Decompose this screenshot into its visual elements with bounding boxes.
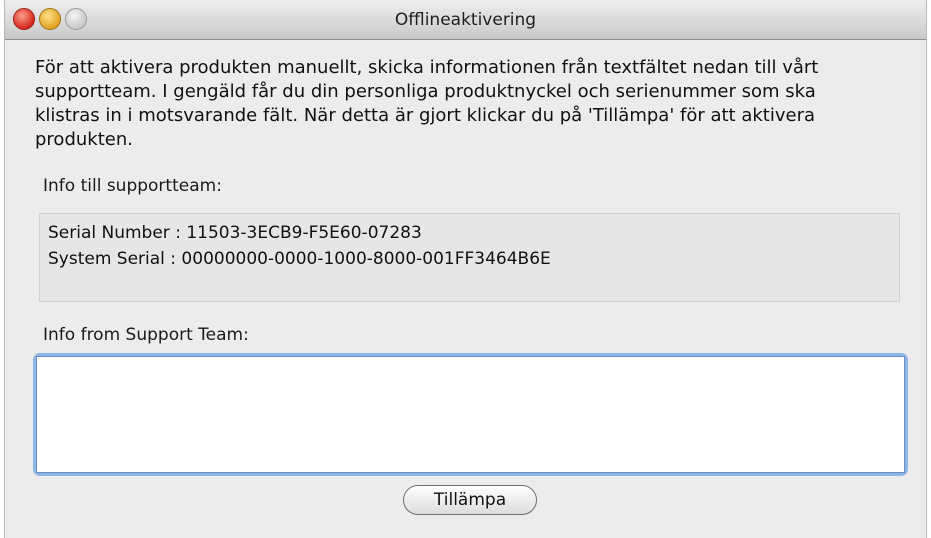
info-from-support-label: Info from Support Team: (43, 325, 249, 345)
info-from-support-focus-ring (36, 356, 905, 473)
apply-button[interactable]: Tillämpa (403, 485, 537, 515)
title-bar[interactable]: Offlineaktivering (5, 0, 926, 40)
window-title: Offlineaktivering (394, 10, 537, 30)
serial-number-line: Serial Number : 11503-3ECB9-F5E60-07283 (48, 223, 422, 243)
info-from-support-input[interactable] (36, 356, 905, 473)
info-to-support-box[interactable]: Serial Number : 11503-3ECB9-F5E60-07283 … (39, 213, 900, 302)
offline-activation-window: Offlineaktivering För att aktivera produ… (4, 0, 927, 538)
system-serial-line: System Serial : 00000000-0000-1000-8000-… (48, 249, 551, 269)
instructions-text: För att aktivera produkten manuellt, ski… (35, 57, 819, 150)
info-to-support-label: Info till supportteam: (43, 176, 222, 196)
